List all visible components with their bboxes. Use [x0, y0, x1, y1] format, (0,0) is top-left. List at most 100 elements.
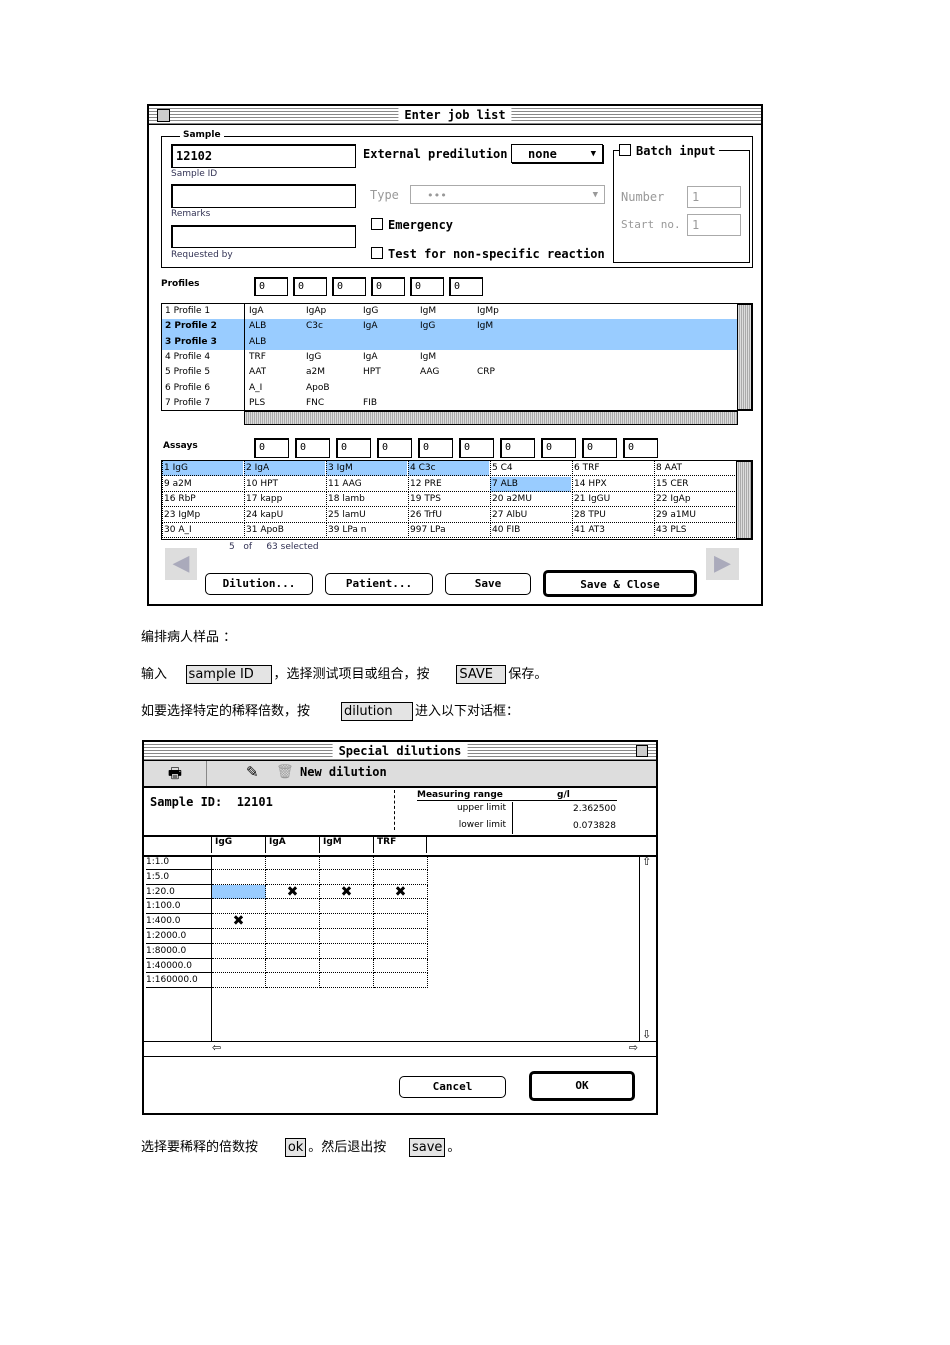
new-dilution-button[interactable]: New dilution — [300, 765, 387, 779]
profile-row[interactable]: 3 Profile 3 ALB — [162, 334, 737, 350]
dilution-cell[interactable] — [320, 914, 374, 929]
profile-count-input[interactable]: 0 — [410, 277, 444, 296]
assay-cell[interactable]: 23 IgMp — [162, 507, 243, 523]
remarks-input[interactable] — [171, 184, 356, 208]
dilution-cell[interactable] — [320, 855, 374, 870]
emergency-checkbox[interactable]: Emergency — [371, 218, 453, 232]
dilution-cell[interactable]: ✖ — [212, 914, 266, 929]
dilution-cell[interactable] — [266, 855, 320, 870]
assay-cell[interactable]: 3 IgM — [326, 461, 407, 476]
assay-cell[interactable]: 18 lamb — [326, 492, 407, 508]
assay-cell[interactable]: 8 AAT — [654, 461, 735, 476]
assay-cell[interactable]: 4 C3c — [408, 461, 489, 476]
dilutions-vertical-scrollbar[interactable]: ⇧ ⇩ — [639, 855, 656, 1041]
assay-cell[interactable]: 20 a2MU — [490, 492, 571, 508]
sample-id-input[interactable]: 12102 — [171, 144, 356, 168]
dilution-cell[interactable] — [212, 958, 266, 974]
assay-cell[interactable]: 25 lamU — [326, 507, 407, 523]
assay-cell[interactable]: 43 PLS — [654, 523, 735, 539]
title-bar[interactable]: Special dilutions — [144, 742, 656, 761]
assay-cell[interactable]: 30 A_I — [162, 523, 243, 539]
dilution-cell[interactable] — [212, 929, 266, 944]
dilution-cell[interactable]: ✖ — [320, 884, 374, 900]
assay-cell[interactable]: 41 AT3 — [572, 523, 653, 539]
profiles-vertical-scrollbar[interactable] — [737, 304, 752, 410]
assay-cell[interactable]: 10 HPT — [244, 476, 325, 492]
dilution-cell[interactable] — [212, 899, 266, 915]
dilution-cell[interactable] — [320, 929, 374, 944]
profile-row[interactable]: 1 Profile 1 IgA IgAp IgG IgM IgMp — [162, 304, 737, 319]
assay-cell[interactable]: 21 IgGU — [572, 492, 653, 508]
assay-count-input[interactable]: 0 — [254, 438, 289, 458]
assay-cell[interactable]: 2 IgA — [244, 461, 325, 476]
dilution-cell[interactable] — [320, 869, 374, 885]
assay-cell[interactable]: 19 TPS — [408, 492, 489, 508]
requested-by-input[interactable] — [171, 225, 356, 248]
patient-button[interactable]: Patient... — [325, 573, 433, 595]
edit-icon[interactable]: ✎ — [246, 763, 259, 781]
dilution-cell[interactable] — [320, 973, 374, 989]
assay-cell[interactable]: 997 LPa — [408, 523, 489, 539]
assay-count-input[interactable]: 0 — [418, 438, 453, 458]
profile-count-input[interactable]: 0 — [449, 277, 483, 296]
dilution-button[interactable]: Dilution... — [205, 573, 313, 595]
assay-cell[interactable]: 29 a1MU — [654, 507, 735, 523]
dilution-cell[interactable] — [266, 973, 320, 989]
profile-row[interactable]: 5 Profile 5 AAT a2M HPT AAG CRP — [162, 365, 737, 380]
type-dropdown[interactable]: ••• ▼ — [410, 185, 605, 204]
assay-count-input[interactable]: 0 — [500, 438, 535, 458]
batch-input-checkbox[interactable]: Batch input — [619, 144, 720, 158]
profile-row[interactable]: 7 Profile 7 PLS FNC FIB — [162, 396, 737, 410]
assay-cell[interactable]: 24 kapU — [244, 507, 325, 523]
dilution-cell[interactable] — [266, 929, 320, 944]
save-button[interactable]: Save — [445, 573, 531, 595]
dilution-cell[interactable] — [212, 869, 266, 885]
assay-cell[interactable]: 16 RbP — [162, 492, 243, 508]
dilution-cell[interactable] — [266, 914, 320, 929]
dilution-cell[interactable] — [212, 973, 266, 989]
zoom-box-icon[interactable] — [636, 745, 648, 757]
external-predilution-dropdown[interactable]: none ▼ — [511, 144, 603, 163]
profile-row[interactable]: 6 Profile 6 A_I ApoB — [162, 381, 737, 396]
start-no-input[interactable]: 1 — [687, 214, 741, 236]
assay-cell[interactable]: 1 IgG — [162, 461, 243, 476]
dilution-cell[interactable] — [266, 958, 320, 974]
dilution-cell[interactable] — [374, 914, 428, 929]
dilution-cell[interactable] — [212, 855, 266, 870]
assay-cell[interactable]: 7 ALB — [490, 476, 571, 492]
close-box-icon[interactable] — [157, 109, 170, 122]
save-and-close-button[interactable]: Save & Close — [543, 570, 697, 597]
dilution-cell[interactable] — [374, 973, 428, 989]
assay-cell[interactable]: 26 TrfU — [408, 507, 489, 523]
dilution-cell[interactable] — [320, 899, 374, 915]
profile-count-input[interactable]: 0 — [293, 277, 327, 296]
profile-row[interactable]: 2 Profile 2 ALB C3c IgA IgG IgM — [162, 319, 737, 335]
cancel-button[interactable]: Cancel — [399, 1076, 506, 1098]
assay-cell[interactable]: 31 ApoB — [244, 523, 325, 539]
title-bar[interactable]: Enter job list — [149, 106, 761, 125]
dilution-cell[interactable] — [374, 869, 428, 885]
assay-count-input[interactable]: 0 — [295, 438, 330, 458]
profile-count-input[interactable]: 0 — [371, 277, 405, 296]
assay-count-input[interactable]: 0 — [377, 438, 412, 458]
assay-cell[interactable]: 14 HPX — [572, 476, 653, 492]
assay-cell[interactable]: 17 kapp — [244, 492, 325, 508]
dilution-cell[interactable] — [266, 869, 320, 885]
printer-icon[interactable]: 🖶 — [144, 761, 207, 786]
dilution-cell[interactable] — [266, 899, 320, 915]
dilution-cell[interactable]: ✖ — [266, 884, 320, 900]
assay-cell[interactable]: 27 AlbU — [490, 507, 571, 523]
assay-cell[interactable]: 5 C4 — [490, 461, 571, 476]
dilution-cell[interactable] — [374, 958, 428, 974]
assay-cell[interactable]: 40 FIB — [490, 523, 571, 539]
dilutions-horizontal-scrollbar[interactable]: ⇦ ⇨ — [144, 1041, 656, 1057]
next-arrow-button[interactable]: ▶ — [706, 548, 739, 580]
trash-icon[interactable]: 🗑 — [276, 764, 294, 780]
dilution-cell[interactable]: ✖ — [374, 884, 428, 900]
dilution-cell[interactable] — [374, 855, 428, 870]
profiles-horizontal-scrollbar[interactable] — [244, 411, 738, 425]
assay-cell[interactable]: 11 AAG — [326, 476, 407, 492]
nonspecific-checkbox[interactable]: Test for non-specific reaction — [371, 247, 605, 261]
dilution-cell[interactable] — [374, 929, 428, 944]
assay-cell[interactable]: 15 CER — [654, 476, 735, 492]
